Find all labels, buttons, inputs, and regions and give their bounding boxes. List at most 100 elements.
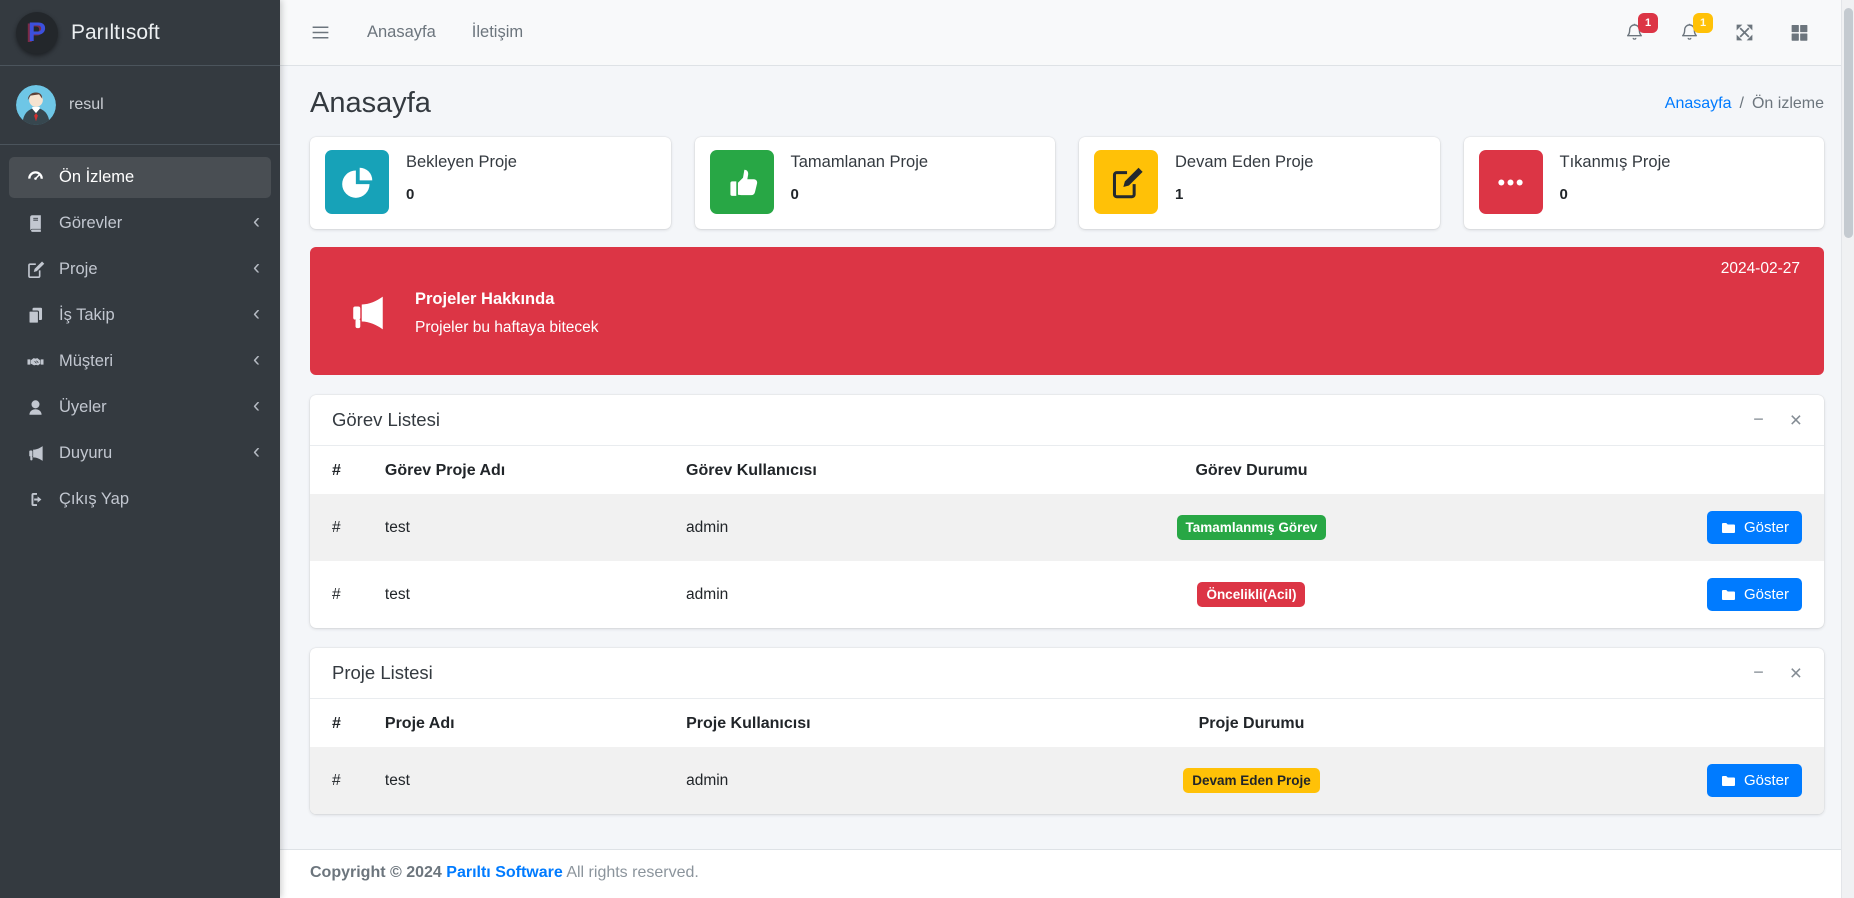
column-header: Görev Kullanıcısı [686, 462, 817, 479]
user-icon [20, 398, 50, 417]
sidebar-item-label: Müşteri [59, 352, 114, 370]
folder-icon [1721, 775, 1735, 786]
brand[interactable]: P Parıltısoft [0, 0, 280, 66]
fullscreen-icon[interactable] [1734, 22, 1755, 43]
stat-card-tikanmis-proje: Tıkanmış Proje 0 [1463, 137, 1824, 229]
chevron-left-icon [253, 214, 260, 233]
avatar [16, 85, 56, 125]
column-header: Görev Proje Adı [384, 462, 506, 479]
brand-logo-icon: P [16, 11, 58, 54]
stat-label: Tıkanmış Proje [1559, 153, 1671, 171]
task-list-panel: Görev Listesi # Görev Proje Adı Görev Ku… [310, 395, 1824, 628]
announcement-date: 2024-02-27 [1720, 260, 1800, 277]
sidebar-item-duyuru[interactable]: Duyuru [9, 433, 271, 474]
sign-out-icon [20, 490, 50, 509]
alerts-bell-icon[interactable]: 1 [1679, 13, 1713, 43]
chevron-left-icon [253, 306, 260, 325]
sidebar-item-uyeler[interactable]: Üyeler [9, 387, 271, 428]
show-button[interactable]: Göster [1706, 764, 1802, 797]
navbar-link-anasayfa[interactable]: Anasayfa [367, 23, 436, 42]
notification-count-badge: 1 [1638, 13, 1658, 33]
breadcrumb-home-link[interactable]: Anasayfa [1665, 95, 1732, 113]
status-badge: Tamamlanmış Görev [1176, 515, 1327, 540]
project-list-panel: Proje Listesi # Proje Adı Proje Kullanıc… [310, 648, 1824, 814]
table-row: # test admin Öncelikli(Acil) Göster [310, 561, 1824, 628]
column-header: Proje Durumu [1198, 715, 1305, 732]
bullhorn-icon [20, 444, 50, 463]
book-icon [20, 214, 50, 233]
handshake-icon [20, 352, 50, 371]
thumbs-up-icon [709, 150, 774, 214]
gauge-icon [20, 168, 50, 187]
sidebar-item-label: Proje [59, 260, 98, 278]
sidebar-item-label: Ön İzleme [59, 168, 135, 186]
show-button-label: Göster [1743, 519, 1789, 536]
close-icon[interactable] [1790, 663, 1802, 684]
edit-icon [1094, 150, 1158, 214]
close-icon[interactable] [1790, 410, 1802, 431]
sidebar-item-label: Duyuru [59, 444, 113, 462]
page-scrollbar[interactable] [1841, 0, 1854, 898]
status-badge: Öncelikli(Acil) [1197, 582, 1306, 607]
navbar-link-iletisim[interactable]: İletişim [472, 23, 523, 42]
table-row: # test admin Tamamlanmış Görev Göster [310, 494, 1824, 561]
notifications-bell-icon[interactable]: 1 [1624, 13, 1658, 43]
sidebar-item-label: İş Takip [59, 306, 115, 324]
column-header: Proje Kullanıcısı [686, 715, 811, 732]
task-table: # Görev Proje Adı Görev Kullanıcısı Göre… [310, 446, 1824, 628]
row-number: # [332, 585, 341, 603]
hamburger-menu-icon[interactable] [310, 22, 331, 43]
task-project-name: test [384, 585, 410, 603]
sidebar-item-cikis-yap[interactable]: Çıkış Yap [9, 479, 271, 520]
edit-icon [20, 260, 50, 279]
collapse-icon[interactable] [1753, 410, 1764, 431]
project-panel-title: Proje Listesi [332, 662, 433, 683]
user-panel[interactable]: resul [0, 66, 280, 145]
stat-value: 0 [406, 186, 415, 203]
show-button[interactable]: Göster [1706, 511, 1802, 544]
task-project-name: test [384, 518, 410, 536]
project-name: test [384, 771, 410, 789]
sidebar-item-on-izleme[interactable]: Ön İzleme [9, 157, 271, 198]
chevron-left-icon [253, 444, 260, 463]
bullhorn-icon [346, 292, 388, 334]
stat-card-devam-eden-proje: Devam Eden Proje 1 [1079, 137, 1440, 229]
sidebar-item-musteri[interactable]: Müşteri [9, 341, 271, 382]
stat-value: 1 [1175, 186, 1184, 203]
row-number: # [332, 518, 341, 536]
footer-brand-link[interactable]: Parıltı Software [446, 864, 562, 881]
stat-label: Devam Eden Proje [1175, 153, 1314, 171]
breadcrumb-separator: / [1739, 94, 1744, 112]
collapse-icon[interactable] [1753, 663, 1764, 684]
show-button[interactable]: Göster [1706, 578, 1802, 611]
sidebar-item-gorevler[interactable]: Görevler [9, 203, 271, 244]
sidebar-item-proje[interactable]: Proje [9, 249, 271, 290]
project-table: # Proje Adı Proje Kullanıcısı Proje Duru… [310, 699, 1824, 814]
scrollbar-thumb[interactable] [1844, 8, 1853, 238]
chevron-left-icon [253, 398, 260, 417]
announcement-title: Projeler Hakkında [415, 289, 555, 308]
column-header: # [332, 462, 341, 479]
main-area: Anasayfa İletişim 1 1 Anasayfa Anasayfa … [280, 0, 1854, 898]
sidebar-nav: Ön İzleme Görevler Proje İş Takip [0, 145, 280, 898]
breadcrumb: Anasayfa / Ön izleme [1665, 95, 1824, 113]
column-header: Görev Durumu [1195, 462, 1308, 479]
sidebar: P Parıltısoft resul Ön İzleme Görevler ‹… [0, 0, 280, 898]
column-header: Proje Adı [384, 715, 455, 732]
copy-icon [20, 306, 50, 325]
stat-label: Tamamlanan Proje [790, 153, 929, 171]
chevron-left-icon [253, 352, 260, 371]
folder-icon [1721, 522, 1735, 533]
brand-name: Parıltısoft [71, 20, 160, 44]
sidebar-item-label: Görevler [59, 214, 123, 232]
grid-menu-icon[interactable] [1789, 22, 1810, 43]
footer-copyright: Copyright © 2024 [310, 864, 442, 881]
stat-label: Bekleyen Proje [406, 153, 517, 171]
folder-icon [1721, 589, 1735, 600]
project-user: admin [686, 771, 729, 789]
footer: Copyright © 2024 Parıltı Software All ri… [280, 849, 1854, 898]
sidebar-item-is-takip[interactable]: İş Takip [9, 295, 271, 336]
status-badge: Devam Eden Proje [1183, 768, 1320, 793]
user-name: resul [69, 96, 104, 113]
stat-card-bekleyen-proje: Bekleyen Proje 0 [310, 137, 671, 229]
